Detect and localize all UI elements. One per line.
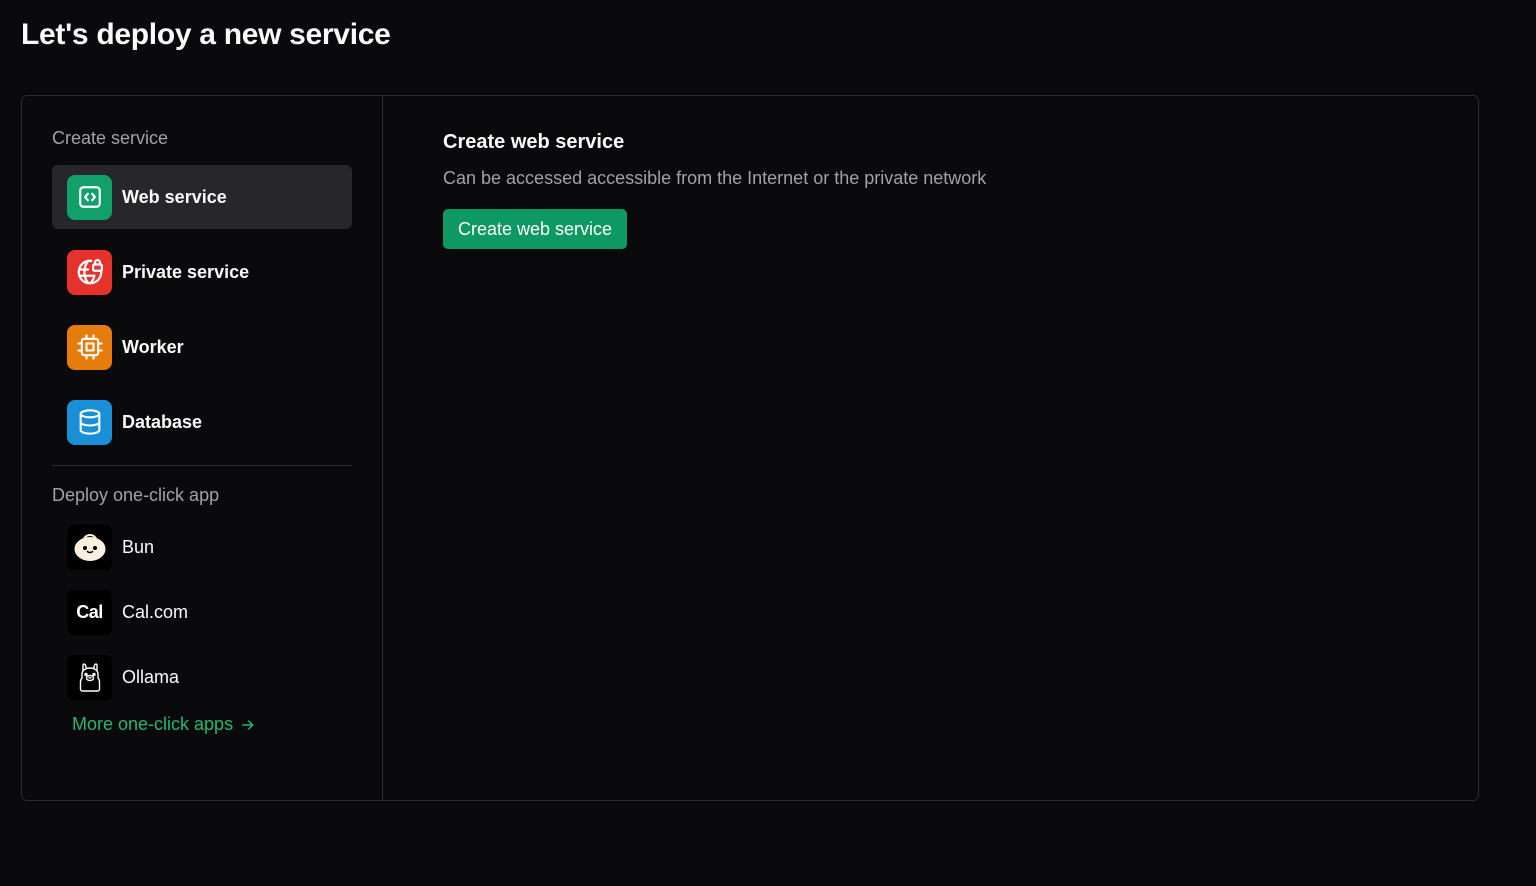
create-web-service-button[interactable]: Create web service — [443, 209, 628, 249]
service-item-private-service[interactable]: Private service — [52, 240, 352, 304]
sidebar-divider — [52, 465, 352, 466]
app-item-cal-com[interactable]: Cal Cal.com — [52, 587, 352, 637]
app-label-bun: Bun — [122, 536, 155, 557]
more-one-click-apps-label: More one-click apps — [72, 714, 234, 734]
cal-logo-text: Cal — [76, 601, 103, 622]
code-window-icon — [67, 174, 112, 220]
service-item-web-service[interactable]: Web service — [52, 165, 352, 229]
more-one-click-apps-link[interactable]: More one-click apps — [72, 714, 256, 735]
database-icon — [67, 399, 112, 445]
bun-logo-icon — [67, 524, 112, 570]
sidebar: Create service Web service Private servi… — [22, 96, 383, 800]
cpu-chip-icon — [67, 324, 112, 370]
cal-logo-icon: Cal — [67, 589, 112, 635]
service-detail-title: Create web service — [443, 131, 625, 153]
create-service-heading: Create service — [52, 128, 169, 148]
service-label-database: Database — [122, 411, 203, 432]
app-item-bun[interactable]: Bun — [52, 522, 352, 572]
app-label-ollama: Ollama — [122, 666, 180, 687]
service-detail-description: Can be accessed accessible from the Inte… — [443, 168, 987, 188]
app-item-ollama[interactable]: Ollama — [52, 652, 352, 702]
service-label-private-service: Private service — [122, 261, 250, 282]
arrow-right-icon — [242, 719, 254, 730]
service-item-database[interactable]: Database — [52, 390, 352, 454]
service-detail: Create web service Can be accessed acces… — [383, 96, 986, 800]
service-item-worker[interactable]: Worker — [52, 315, 352, 379]
deploy-panel: Create service Web service Private servi… — [21, 95, 1479, 801]
deploy-app-heading: Deploy one-click app — [52, 485, 220, 505]
service-label-worker: Worker — [122, 336, 184, 357]
ollama-logo-icon — [67, 654, 112, 700]
globe-lock-icon — [67, 249, 112, 295]
service-label-web-service: Web service — [122, 186, 227, 207]
page-title: Let's deploy a new service — [21, 18, 391, 51]
app-label-cal-com: Cal.com — [122, 601, 189, 622]
